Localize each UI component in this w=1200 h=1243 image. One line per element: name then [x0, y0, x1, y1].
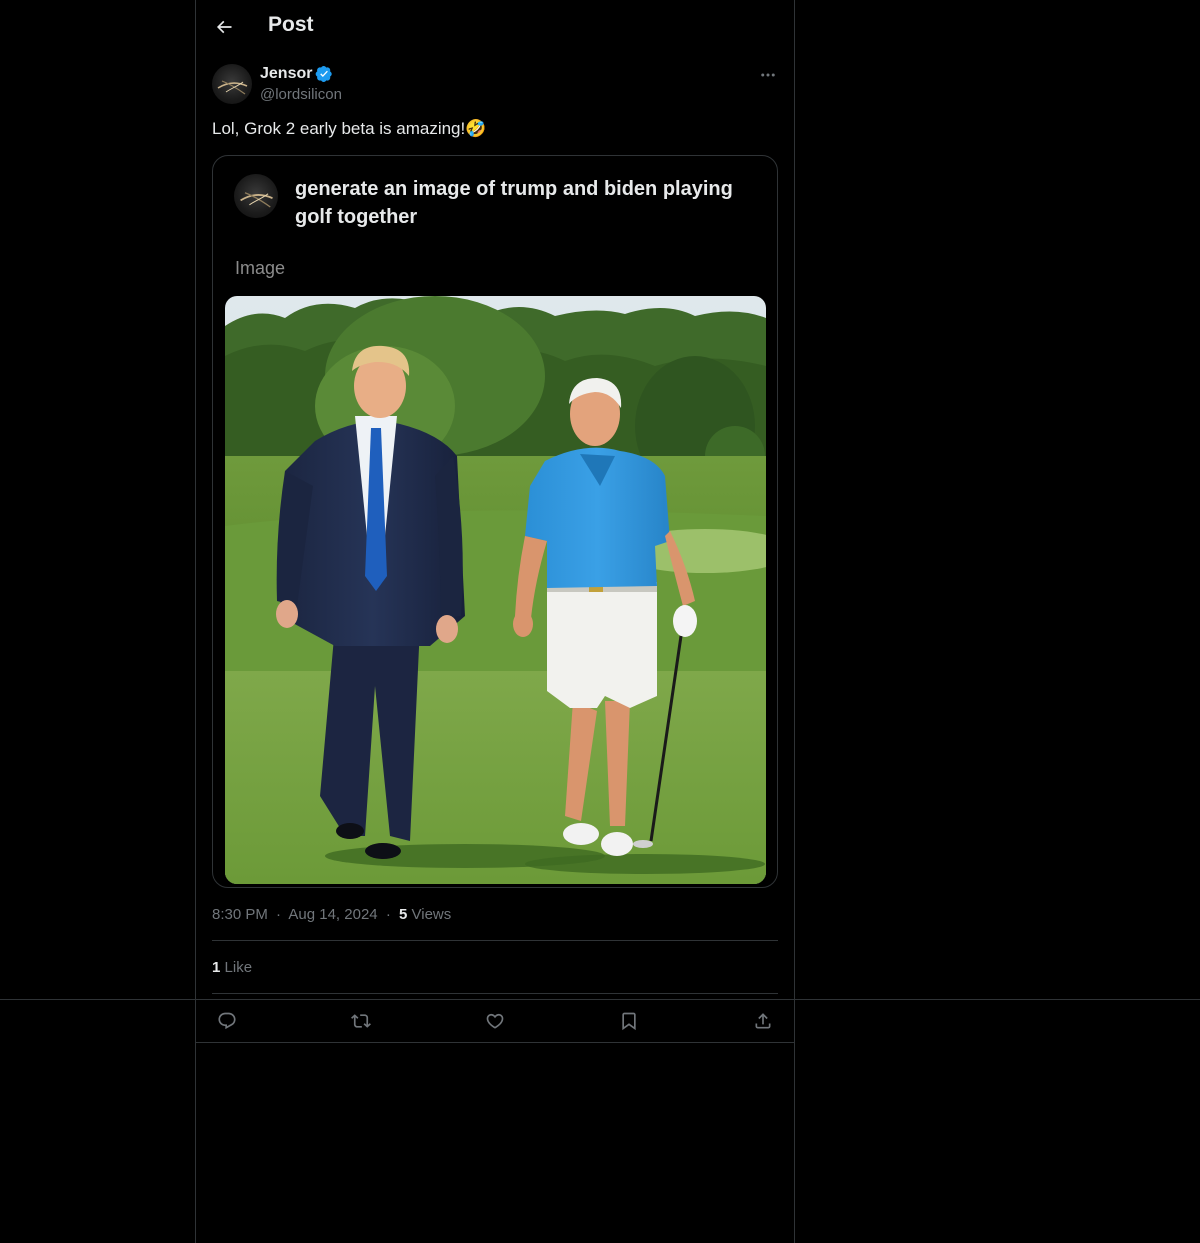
verified-badge-icon	[316, 65, 333, 83]
bookmark-button[interactable]	[614, 1006, 644, 1036]
page-title: Post	[268, 13, 314, 36]
repost-button[interactable]	[346, 1006, 376, 1036]
stats-divider	[212, 993, 778, 994]
more-options-button[interactable]	[756, 64, 780, 86]
meta-separator: ·	[385, 906, 391, 923]
likes-label: Like	[224, 959, 253, 976]
action-bar-divider	[196, 1042, 794, 1043]
views-count: 5	[398, 906, 408, 923]
likes-stat[interactable]: 1 Like	[212, 959, 252, 976]
views-label: Views	[411, 906, 452, 923]
post-header: Post	[196, 0, 794, 54]
post-date[interactable]: Aug 14, 2024	[288, 906, 377, 923]
author-name[interactable]: Jensor	[260, 65, 333, 83]
action-bar	[196, 1000, 794, 1042]
repost-icon	[351, 1014, 371, 1028]
image-label: Image	[235, 258, 286, 278]
post-media[interactable]: generate an image of trump and biden pla…	[212, 155, 778, 888]
post-meta: 8:30 PM · Aug 14, 2024 · 5 Views	[212, 906, 451, 923]
avatar-logo-icon	[217, 80, 248, 95]
author-handle[interactable]: @lordsilicon	[260, 86, 342, 103]
bookmark-icon	[622, 1012, 636, 1031]
author-name-text: Jensor	[260, 65, 313, 82]
heart-icon	[486, 1013, 504, 1029]
post-text: Lol, Grok 2 early beta is amazing!🤣	[212, 119, 487, 138]
main-column: Post Jensor @lordsilicon Lol, Grok 2 ear…	[195, 0, 795, 1243]
meta-divider	[212, 940, 778, 941]
back-button[interactable]	[208, 11, 240, 43]
share-icon	[755, 1013, 771, 1029]
reply-button[interactable]	[212, 1006, 242, 1036]
share-button[interactable]	[748, 1006, 778, 1036]
prompt-text: generate an image of trump and biden pla…	[295, 178, 733, 228]
like-button[interactable]	[480, 1006, 510, 1036]
post-time[interactable]: 8:30 PM	[212, 906, 268, 923]
generated-golf-image[interactable]	[225, 296, 766, 884]
avatar[interactable]	[212, 64, 252, 104]
grok-avatar	[234, 174, 278, 218]
arrow-left-icon	[216, 20, 232, 34]
avatar-logo-icon	[240, 192, 273, 208]
reply-icon	[218, 1012, 236, 1030]
more-horizontal-icon	[761, 73, 775, 77]
meta-separator: ·	[276, 906, 282, 923]
likes-count: 1	[212, 959, 221, 976]
